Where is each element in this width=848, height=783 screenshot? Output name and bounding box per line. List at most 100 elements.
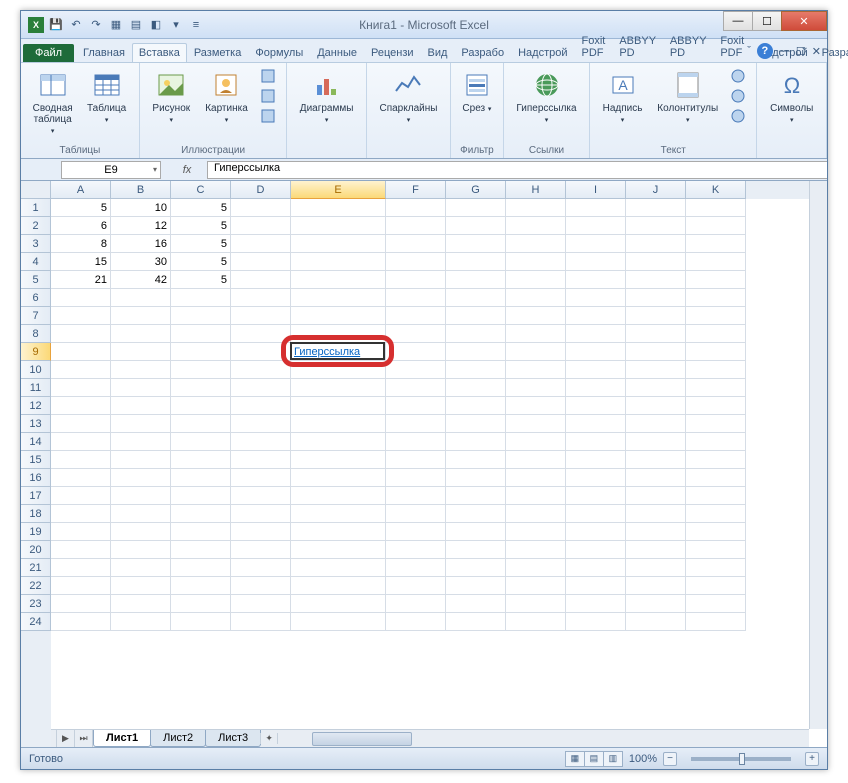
cell-A17[interactable] xyxy=(51,487,111,505)
cell-J9[interactable] xyxy=(626,343,686,361)
cell-I16[interactable] xyxy=(566,469,626,487)
cell-D2[interactable] xyxy=(231,217,291,235)
cell-C3[interactable]: 5 xyxy=(171,235,231,253)
cell-D5[interactable] xyxy=(231,271,291,289)
cell-I17[interactable] xyxy=(566,487,626,505)
cell-E20[interactable] xyxy=(291,541,386,559)
cell-I19[interactable] xyxy=(566,523,626,541)
cell-F24[interactable] xyxy=(386,613,446,631)
cell-A12[interactable] xyxy=(51,397,111,415)
cell-C7[interactable] xyxy=(171,307,231,325)
cell-G12[interactable] xyxy=(446,397,506,415)
cell-H15[interactable] xyxy=(506,451,566,469)
cell-I13[interactable] xyxy=(566,415,626,433)
cell-C1[interactable]: 5 xyxy=(171,199,231,217)
cell-I18[interactable] xyxy=(566,505,626,523)
cell-E14[interactable] xyxy=(291,433,386,451)
pivot-table-button[interactable]: Своднаятаблица ▾ xyxy=(29,67,76,138)
cell-A24[interactable] xyxy=(51,613,111,631)
cell-E4[interactable] xyxy=(291,253,386,271)
cell-K3[interactable] xyxy=(686,235,746,253)
cell-C4[interactable]: 5 xyxy=(171,253,231,271)
picture-button[interactable]: Рисунок ▾ xyxy=(148,67,195,127)
col-header-E[interactable]: E xyxy=(291,181,386,199)
cell-J2[interactable] xyxy=(626,217,686,235)
undo-icon[interactable]: ↶ xyxy=(67,16,85,34)
ribbon-tab-вид[interactable]: Вид xyxy=(421,43,455,62)
cell-D6[interactable] xyxy=(231,289,291,307)
cell-B7[interactable] xyxy=(111,307,171,325)
cell-H4[interactable] xyxy=(506,253,566,271)
cell-H16[interactable] xyxy=(506,469,566,487)
cell-C21[interactable] xyxy=(171,559,231,577)
cell-A19[interactable] xyxy=(51,523,111,541)
doc-restore-icon[interactable]: ☐ xyxy=(796,45,806,58)
cell-I12[interactable] xyxy=(566,397,626,415)
wordart-icon[interactable] xyxy=(728,67,748,85)
row-header-12[interactable]: 12 xyxy=(21,397,51,415)
col-header-D[interactable]: D xyxy=(231,181,291,199)
row-header-5[interactable]: 5 xyxy=(21,271,51,289)
cell-K21[interactable] xyxy=(686,559,746,577)
cell-G7[interactable] xyxy=(446,307,506,325)
cell-D17[interactable] xyxy=(231,487,291,505)
cell-G20[interactable] xyxy=(446,541,506,559)
cell-G16[interactable] xyxy=(446,469,506,487)
symbols-button[interactable]: ΩСимволы ▾ xyxy=(765,67,818,127)
save-icon[interactable]: 💾 xyxy=(47,16,65,34)
cell-K23[interactable] xyxy=(686,595,746,613)
charts-button[interactable]: Диаграммы ▾ xyxy=(295,67,358,127)
cell-I23[interactable] xyxy=(566,595,626,613)
cell-C12[interactable] xyxy=(171,397,231,415)
cell-C17[interactable] xyxy=(171,487,231,505)
cell-C18[interactable] xyxy=(171,505,231,523)
cell-J22[interactable] xyxy=(626,577,686,595)
ribbon-tab-abbyy pd[interactable]: ABBYY PD xyxy=(612,31,663,62)
cell-H20[interactable] xyxy=(506,541,566,559)
cell-E5[interactable] xyxy=(291,271,386,289)
cell-J17[interactable] xyxy=(626,487,686,505)
cell-I15[interactable] xyxy=(566,451,626,469)
qat-item-1[interactable]: ▦ xyxy=(107,16,125,34)
cell-J7[interactable] xyxy=(626,307,686,325)
col-header-A[interactable]: A xyxy=(51,181,111,199)
cell-I1[interactable] xyxy=(566,199,626,217)
cell-J14[interactable] xyxy=(626,433,686,451)
ribbon-minimize-icon[interactable]: ˇ xyxy=(747,45,751,57)
cell-A2[interactable]: 6 xyxy=(51,217,111,235)
cell-E22[interactable] xyxy=(291,577,386,595)
cell-F14[interactable] xyxy=(386,433,446,451)
cell-J13[interactable] xyxy=(626,415,686,433)
cell-C15[interactable] xyxy=(171,451,231,469)
cell-I22[interactable] xyxy=(566,577,626,595)
cell-K11[interactable] xyxy=(686,379,746,397)
cell-I7[interactable] xyxy=(566,307,626,325)
ribbon-tab-данные[interactable]: Данные xyxy=(310,43,364,62)
cell-F11[interactable] xyxy=(386,379,446,397)
cell-H9[interactable] xyxy=(506,343,566,361)
cell-B15[interactable] xyxy=(111,451,171,469)
row-header-15[interactable]: 15 xyxy=(21,451,51,469)
cell-D7[interactable] xyxy=(231,307,291,325)
cell-K17[interactable] xyxy=(686,487,746,505)
cell-I11[interactable] xyxy=(566,379,626,397)
maximize-button[interactable]: ☐ xyxy=(752,11,782,31)
cell-D3[interactable] xyxy=(231,235,291,253)
cell-B1[interactable]: 10 xyxy=(111,199,171,217)
cell-I5[interactable] xyxy=(566,271,626,289)
cell-H13[interactable] xyxy=(506,415,566,433)
cell-A21[interactable] xyxy=(51,559,111,577)
zoom-slider[interactable] xyxy=(691,757,791,761)
cell-K5[interactable] xyxy=(686,271,746,289)
cell-J6[interactable] xyxy=(626,289,686,307)
cell-K2[interactable] xyxy=(686,217,746,235)
cell-H7[interactable] xyxy=(506,307,566,325)
cell-B11[interactable] xyxy=(111,379,171,397)
cell-D13[interactable] xyxy=(231,415,291,433)
redo-icon[interactable]: ↷ xyxy=(87,16,105,34)
cell-F12[interactable] xyxy=(386,397,446,415)
cell-B22[interactable] xyxy=(111,577,171,595)
cell-G19[interactable] xyxy=(446,523,506,541)
zoom-in-button[interactable]: + xyxy=(805,752,819,766)
cell-A5[interactable]: 21 xyxy=(51,271,111,289)
